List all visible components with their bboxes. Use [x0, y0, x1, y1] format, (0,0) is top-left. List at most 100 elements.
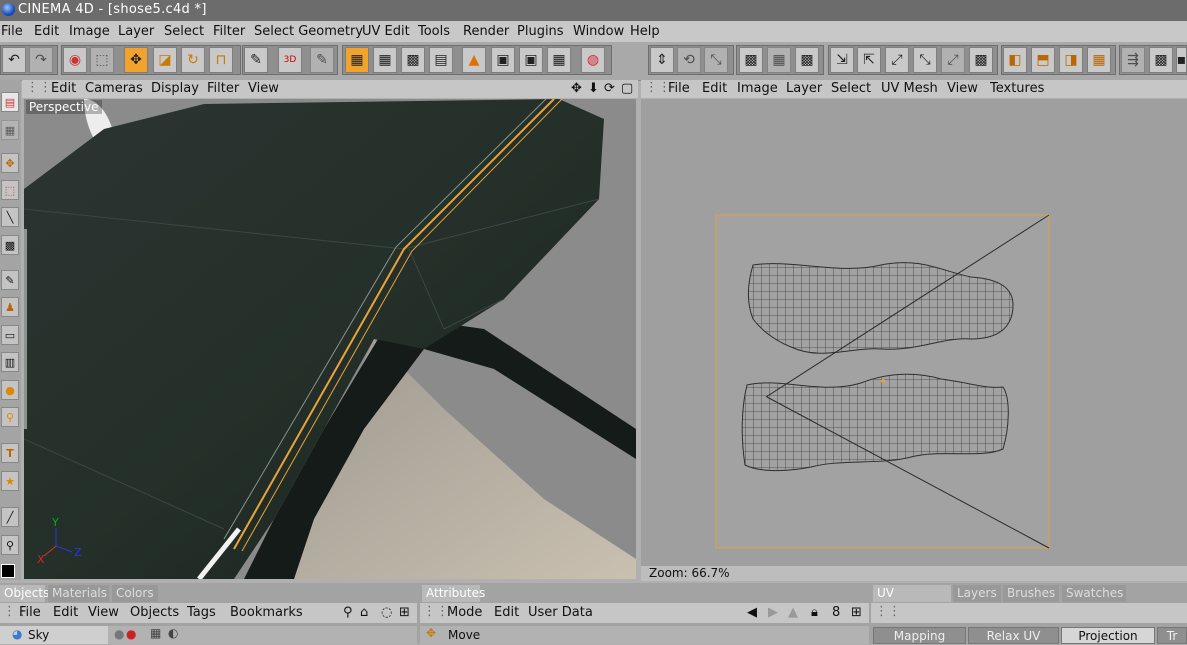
- list-item[interactable]: ◕ Sky: [0, 626, 108, 644]
- objects-menu-view[interactable]: View: [88, 605, 119, 620]
- menu-image[interactable]: Image: [69, 24, 110, 39]
- uv-menu-file[interactable]: File: [668, 81, 690, 96]
- uv-tool-6-button[interactable]: ▩: [969, 47, 993, 73]
- uv-tool-4-button[interactable]: ⤡: [913, 47, 937, 73]
- palette-gradient-button[interactable]: ▥: [1, 352, 19, 372]
- magnet-button[interactable]: ⊓: [209, 47, 233, 73]
- menu-filter[interactable]: Filter: [213, 24, 245, 39]
- uv-menu-select[interactable]: Select: [831, 81, 871, 96]
- render-dot-icon[interactable]: ●: [126, 627, 136, 641]
- attributes-menu-user-data[interactable]: User Data: [528, 605, 593, 620]
- menu-select[interactable]: Select: [164, 24, 204, 39]
- render-view-button[interactable]: ◍: [581, 47, 605, 73]
- palette-stamp-button[interactable]: ♟: [1, 297, 19, 317]
- palette-text-button[interactable]: T: [1, 443, 19, 463]
- objects-menu-objects[interactable]: Objects: [130, 605, 179, 620]
- palette-brush-button[interactable]: ✎: [1, 270, 19, 290]
- extra-3-button[interactable]: ▪: [1176, 47, 1187, 73]
- tab-swatches[interactable]: Swatches: [1062, 585, 1126, 602]
- menu-plugins[interactable]: Plugins: [517, 24, 564, 39]
- palette-tool-3-button[interactable]: ✥: [1, 153, 19, 173]
- viewport-menu-filter[interactable]: Filter: [207, 81, 239, 96]
- uv-menu-uv-mesh[interactable]: UV Mesh: [881, 81, 938, 96]
- uv-checker-2-button[interactable]: ▦: [767, 47, 791, 73]
- uv-tool-2-button[interactable]: ⇱: [857, 47, 881, 73]
- tab-objects[interactable]: Objects: [0, 585, 49, 602]
- uv-editor-canvas[interactable]: [641, 99, 1187, 566]
- rect-selection-button[interactable]: ⬚: [90, 47, 114, 73]
- uv-menu-edit[interactable]: Edit: [702, 81, 727, 96]
- back-arrow-icon[interactable]: ◀: [747, 605, 757, 620]
- layout-4-button[interactable]: ▦: [1087, 47, 1111, 73]
- uv-menu-textures[interactable]: Textures: [990, 81, 1044, 96]
- mode-uv-edges-button[interactable]: ▤: [429, 47, 453, 73]
- uv-rotate-button[interactable]: ⟲: [677, 47, 701, 73]
- dolly-icon[interactable]: ⬇: [588, 81, 599, 96]
- perspective-viewport[interactable]: [24, 99, 636, 579]
- extra-1-button[interactable]: ⇶: [1121, 47, 1145, 73]
- scale-button[interactable]: ◪: [153, 47, 177, 73]
- home-icon[interactable]: ⌂: [360, 605, 368, 620]
- mode-uv-points-button[interactable]: ▦: [373, 47, 397, 73]
- search-icon[interactable]: ⚲: [343, 605, 353, 620]
- palette-layout-button[interactable]: ▤: [1, 92, 19, 112]
- tab-colors[interactable]: Colors: [112, 585, 158, 602]
- uv-tool-5-button[interactable]: ⤢: [941, 47, 965, 73]
- uv-tool-1-button[interactable]: ⇲: [830, 47, 854, 73]
- palette-eyedropper-button[interactable]: ╱: [1, 507, 19, 527]
- menu-layer[interactable]: Layer: [118, 24, 154, 39]
- uv-move-button[interactable]: ⇕: [650, 47, 674, 73]
- maximize-icon[interactable]: ▢: [621, 81, 633, 96]
- uv-checker-1-button[interactable]: ▩: [739, 47, 763, 73]
- palette-tool-6-button[interactable]: ▩: [1, 235, 19, 255]
- menu-select-geometry[interactable]: Select Geometry: [254, 24, 363, 39]
- viewport-menu-cameras[interactable]: Cameras: [85, 81, 143, 96]
- objects-menu-bookmarks[interactable]: Bookmarks: [230, 605, 303, 620]
- live-selection-button[interactable]: ◉: [63, 47, 87, 73]
- palette-fill-button[interactable]: ●: [1, 380, 19, 400]
- mode-texture-button[interactable]: ▦: [345, 47, 369, 73]
- pan-icon[interactable]: ✥: [571, 81, 582, 96]
- forward-arrow-icon[interactable]: ▶: [768, 605, 778, 620]
- tab-attributes[interactable]: Attributes: [422, 585, 485, 602]
- orbit-icon[interactable]: ⟳: [604, 81, 615, 96]
- mode-uv-polygons-button[interactable]: ▦: [547, 47, 571, 73]
- uv-checker-3-button[interactable]: ▩: [795, 47, 819, 73]
- tab-layers[interactable]: Layers: [953, 585, 1001, 602]
- uv-menu-view[interactable]: View: [947, 81, 978, 96]
- rotate-button[interactable]: ↻: [181, 47, 205, 73]
- objects-menu-tags[interactable]: Tags: [187, 605, 216, 620]
- menu-window[interactable]: Window: [573, 24, 624, 39]
- subtab-transform[interactable]: Tr: [1157, 627, 1187, 644]
- uv-menu-layer[interactable]: Layer: [786, 81, 822, 96]
- tab-materials[interactable]: Materials: [48, 585, 109, 602]
- mode-edges-button[interactable]: ▣: [491, 47, 515, 73]
- undo-button[interactable]: ↶: [2, 47, 26, 73]
- lock-icon[interactable]: 🔒︎: [811, 605, 818, 620]
- projection-paint-button[interactable]: ✎: [310, 47, 334, 73]
- up-arrow-icon[interactable]: ▲: [788, 605, 798, 620]
- palette-hand-button[interactable]: ⚲: [1, 535, 19, 555]
- palette-eraser-button[interactable]: ▭: [1, 325, 19, 345]
- viewport-menu-edit[interactable]: Edit: [51, 81, 76, 96]
- palette-tool-4-button[interactable]: ⬚: [1, 180, 19, 200]
- tab-uv-mapping[interactable]: UV Mapping: [873, 585, 951, 617]
- attributes-menu-edit[interactable]: Edit: [494, 605, 519, 620]
- layout-3-button[interactable]: ◨: [1059, 47, 1083, 73]
- palette-zoom-button[interactable]: ⚲: [1, 407, 19, 427]
- display-tag-icon[interactable]: ◐: [168, 626, 178, 640]
- uv-menu-image[interactable]: Image: [737, 81, 778, 96]
- paint-3d-button[interactable]: 3D: [278, 47, 302, 73]
- mode-uv-poly-button[interactable]: ▩: [401, 47, 425, 73]
- layout-1-button[interactable]: ◧: [1003, 47, 1027, 73]
- new-window-icon[interactable]: ⊞: [399, 605, 410, 620]
- tab-brushes[interactable]: Brushes: [1003, 585, 1059, 602]
- menu-edit[interactable]: Edit: [34, 24, 59, 39]
- redo-button[interactable]: ↷: [29, 47, 53, 73]
- foreground-color-swatch[interactable]: [1, 564, 15, 578]
- menu-render[interactable]: Render: [463, 24, 509, 39]
- settings-icon[interactable]: 8: [832, 605, 840, 620]
- subtab-mapping[interactable]: Mapping: [873, 627, 966, 644]
- objects-menu-edit[interactable]: Edit: [53, 605, 78, 620]
- uv-tool-3-button[interactable]: ⤢: [885, 47, 909, 73]
